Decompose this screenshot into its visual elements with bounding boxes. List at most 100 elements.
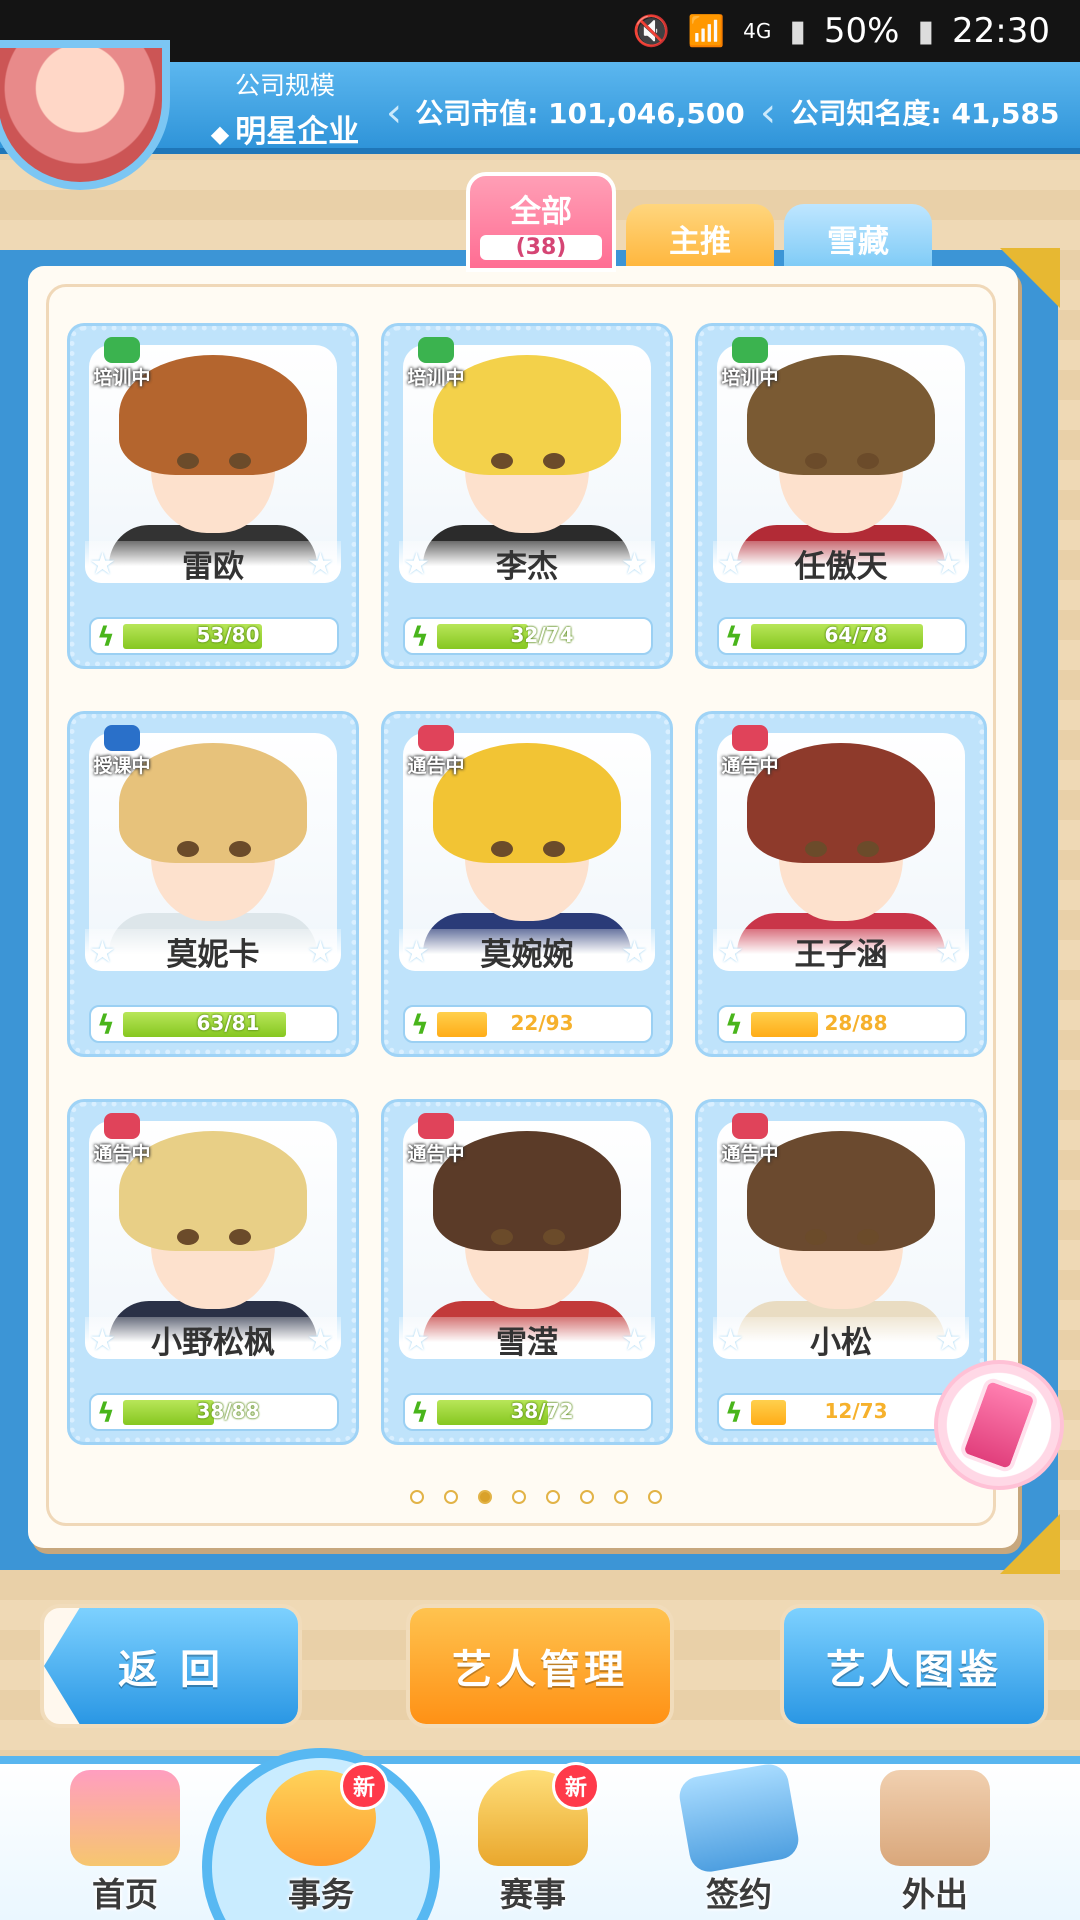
artist-card[interactable]: 通告中 莫婉婉 ★ ★ ϟ 22/93: [384, 714, 670, 1054]
mute-icon: 🔇: [632, 13, 670, 49]
star-icon: ★: [935, 1323, 962, 1358]
artist-name: 小野松枫: [85, 1317, 341, 1361]
portrait-eye: [805, 841, 827, 857]
star-icon: ★: [403, 935, 430, 970]
portrait-eye: [491, 1229, 513, 1245]
status-badge-label: 通告中: [721, 1143, 779, 1165]
company-scale-value: 明星企业: [235, 114, 360, 150]
artist-name: 莫婉婉: [399, 929, 655, 973]
energy-text: 38/88: [196, 1399, 260, 1423]
page-dot[interactable]: [478, 1490, 492, 1504]
portrait-eye: [857, 453, 879, 469]
tab-shelved-label: 雪藏: [827, 224, 889, 260]
nav-affairs-label: 事务: [288, 1875, 354, 1914]
page-dot[interactable]: [580, 1490, 594, 1504]
star-icon: ★: [717, 1323, 744, 1358]
clock: 22:30: [952, 11, 1050, 51]
nav-sign-label: 签约: [706, 1875, 772, 1914]
lightning-icon: ϟ: [725, 1398, 743, 1429]
new-badge: 新: [340, 1762, 388, 1810]
status-badge-label: 通告中: [93, 1143, 151, 1165]
new-badge: 新: [552, 1762, 600, 1810]
page-dot[interactable]: [512, 1490, 526, 1504]
artist-card[interactable]: 授课中 莫妮卡 ★ ★ ϟ 63/81: [70, 714, 356, 1054]
page-indicator: [410, 1490, 662, 1504]
tab-featured[interactable]: 主推: [626, 204, 774, 268]
nav-outing[interactable]: 外出: [860, 1770, 1010, 1920]
page-dot[interactable]: [546, 1490, 560, 1504]
energy-text: 22/93: [510, 1011, 574, 1035]
star-icon: ★: [935, 935, 962, 970]
artist-card[interactable]: 培训中 任傲天 ★ ★ ϟ 64/78: [698, 326, 984, 666]
nav-sign[interactable]: 签约: [664, 1761, 814, 1920]
status-badge-label: 授课中: [93, 755, 151, 777]
energy-text: 12/73: [824, 1399, 888, 1423]
star-icon: ★: [307, 1323, 334, 1358]
artist-card[interactable]: 培训中 李杰 ★ ★ ϟ 32/74: [384, 326, 670, 666]
clapperboard-icon: [732, 1113, 768, 1139]
nav-home[interactable]: 首页: [50, 1770, 200, 1920]
tab-featured-label: 主推: [669, 224, 731, 260]
nav-home-label: 首页: [92, 1875, 158, 1914]
star-icon: ★: [307, 547, 334, 582]
portrait-eye: [805, 453, 827, 469]
lightning-icon: ϟ: [97, 1010, 115, 1041]
artist-gallery-button[interactable]: 艺人图鉴: [780, 1604, 1048, 1728]
company-scale: 公司规模 ◆ 明星企业: [180, 62, 390, 154]
artist-card[interactable]: 通告中 王子涵 ★ ★ ϟ 28/88: [698, 714, 984, 1054]
status-badge-label: 培训中: [721, 367, 779, 389]
energy-text: 32/74: [510, 623, 574, 647]
artist-name: 雷欧: [85, 541, 341, 585]
status-badge-label: 通告中: [407, 1143, 465, 1165]
page-dot[interactable]: [614, 1490, 628, 1504]
status-badge: 培训中: [81, 337, 163, 393]
signal-icon: ▮: [789, 13, 806, 49]
status-badge: 通告中: [395, 1113, 477, 1169]
phone-icon: [958, 1375, 1040, 1475]
bowtie-icon: [104, 725, 140, 751]
page-dot[interactable]: [410, 1490, 424, 1504]
separator-icon: ‹: [760, 90, 776, 136]
energy-bar: ϟ 38/88: [89, 1393, 339, 1431]
star-icon: ★: [89, 547, 116, 582]
tab-all-label: 全部: [510, 194, 572, 230]
artist-management-button[interactable]: 艺人管理: [406, 1604, 674, 1728]
artist-card[interactable]: 培训中 雷欧 ★ ★ ϟ 53/80: [70, 326, 356, 666]
artist-name: 王子涵: [713, 929, 969, 973]
page-dot[interactable]: [444, 1490, 458, 1504]
energy-bar: ϟ 28/88: [717, 1005, 967, 1043]
energy-bar: ϟ 38/72: [403, 1393, 653, 1431]
portrait-eye: [857, 841, 879, 857]
lightning-icon: ϟ: [725, 1010, 743, 1041]
star-icon: ★: [307, 935, 334, 970]
door-icon: [880, 1770, 990, 1866]
star-icon: ★: [621, 547, 648, 582]
phone-button[interactable]: [934, 1360, 1064, 1490]
energy-bar: ϟ 64/78: [717, 617, 967, 655]
energy-text: 63/81: [196, 1011, 260, 1035]
star-icon: ★: [403, 1323, 430, 1358]
company-market-value: 公司市值: 101,046,500: [415, 97, 745, 130]
status-badge: 培训中: [395, 337, 477, 393]
artist-card[interactable]: 通告中 雪滢 ★ ★ ϟ 38/72: [384, 1102, 670, 1442]
artist-name: 任傲天: [713, 541, 969, 585]
back-button-label: 返 回: [44, 1608, 298, 1724]
tab-shelved[interactable]: 雪藏: [784, 204, 932, 268]
energy-bar: ϟ 12/73: [717, 1393, 967, 1431]
artist-card[interactable]: 通告中 小野松枫 ★ ★ ϟ 38/88: [70, 1102, 356, 1442]
portrait-eye: [229, 1229, 251, 1245]
nav-outing-label: 外出: [902, 1875, 968, 1914]
energy-text: 64/78: [824, 623, 888, 647]
book-icon: [104, 337, 140, 363]
status-badge: 授课中: [81, 725, 163, 781]
status-badge: 通告中: [709, 1113, 791, 1169]
back-button[interactable]: 返 回: [40, 1604, 302, 1728]
artist-card[interactable]: 通告中 小松 ★ ★ ϟ 12/73: [698, 1102, 984, 1442]
battery-icon: ▮: [917, 13, 935, 49]
clapperboard-icon: [732, 725, 768, 751]
lightning-icon: ϟ: [725, 622, 743, 653]
nav-competition[interactable]: 新 赛事: [458, 1762, 608, 1920]
page-dot[interactable]: [648, 1490, 662, 1504]
nav-affairs[interactable]: 新 事务: [202, 1748, 440, 1920]
tab-all[interactable]: 全部 (38): [466, 172, 616, 272]
